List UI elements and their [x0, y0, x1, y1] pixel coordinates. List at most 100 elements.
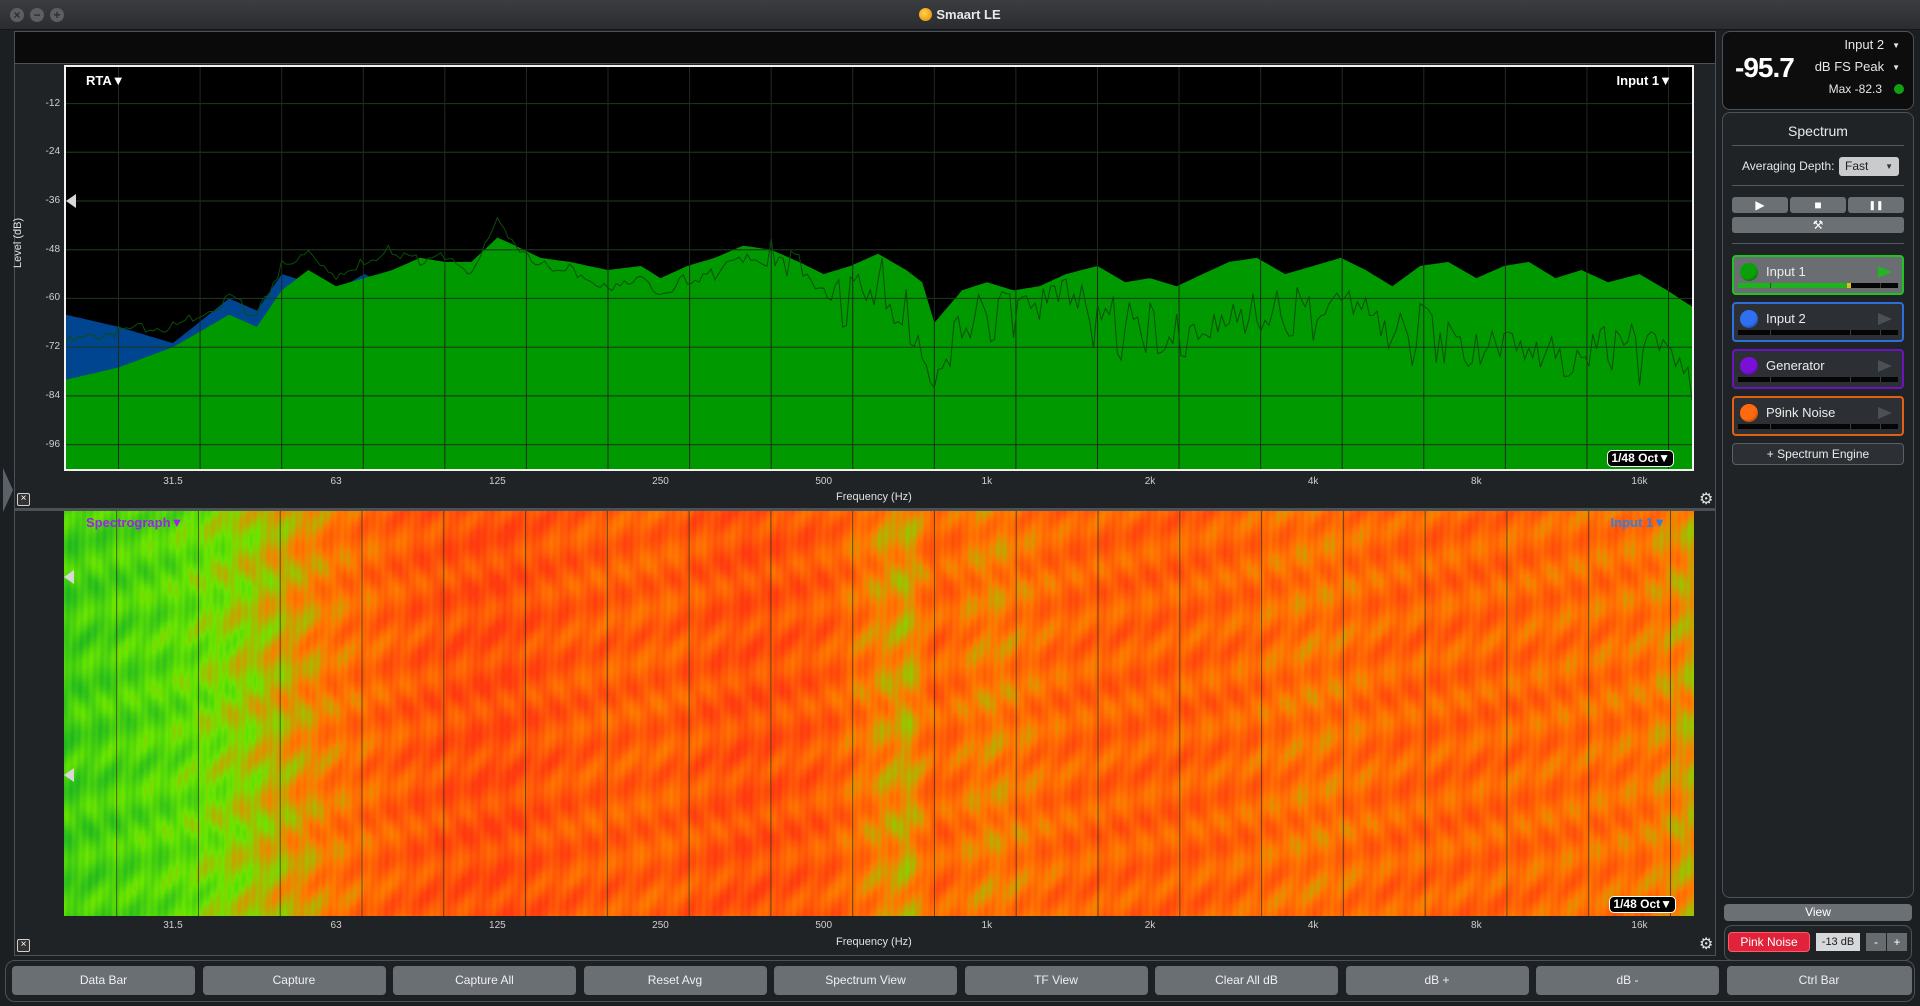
rta-plot[interactable]: RTA▼ Input 1▼ 1/48 Oct▼ [64, 65, 1694, 471]
meter-units-dropdown[interactable]: dB FS Peak ▼ [1815, 59, 1900, 74]
engine-p9ink-noise[interactable]: P9ink Noise [1732, 396, 1904, 436]
rta-x-tick-label: 31.5 [163, 476, 183, 487]
rta-resolution-dropdown[interactable]: 1/48 Oct▼ [1607, 450, 1674, 467]
rta-x-tick-label: 8k [1471, 476, 1482, 487]
rta-y-tick-label: -60 [45, 292, 60, 304]
sidebar-toggle-handle[interactable] [3, 468, 13, 512]
view-button[interactable]: View [1724, 904, 1912, 921]
spectrograph-settings-gear-icon[interactable]: ⚙ [1699, 937, 1713, 953]
ctrl-bar-button[interactable]: Ctrl Bar [1726, 966, 1912, 995]
rta-x-axis-title: Frequency (Hz) [836, 491, 912, 503]
generator-level-increase-button[interactable]: + [1887, 933, 1907, 951]
engine-name: Generator [1766, 358, 1825, 373]
chevron-down-icon: ▼ [1892, 41, 1900, 50]
capture-button[interactable]: Capture [202, 966, 386, 995]
engine-color-indicator [1740, 263, 1758, 281]
spectrograph-lower-marker-handle[interactable] [64, 768, 74, 782]
spectrograph-plot[interactable]: Spectrograph▼ Input 1▼ 1/48 Oct▼ [64, 511, 1694, 916]
rta-x-tick-label: 4k [1307, 476, 1319, 487]
engine-play-icon[interactable] [1878, 313, 1892, 325]
meter-segment [1880, 424, 1882, 429]
generator-level-decrease-button[interactable]: - [1866, 933, 1886, 951]
spectrograph-resolution-dropdown[interactable]: 1/48 Oct▼ [1609, 896, 1676, 913]
add-spectrum-engine-button[interactable]: + Spectrum Engine [1732, 443, 1904, 465]
reset-avg-button[interactable]: Reset Avg [583, 966, 767, 995]
clear-all-db-button[interactable]: Clear All dB [1155, 966, 1338, 995]
rta-level-marker-handle[interactable] [66, 194, 76, 208]
engine-play-icon[interactable] [1878, 407, 1892, 419]
rta-x-tick-label: 16k [1631, 476, 1648, 487]
spectrum-panel-title: Spectrum [1788, 123, 1848, 139]
engine-generator[interactable]: Generator [1732, 349, 1904, 389]
play-button[interactable]: ▶ [1732, 197, 1788, 213]
spectrograph-upper-marker-handle[interactable] [64, 570, 74, 584]
spectrograph-x-tick-label: 500 [815, 920, 833, 931]
averaging-depth-label: Averaging Depth: [1742, 159, 1835, 173]
engine-color-indicator [1740, 310, 1758, 328]
separator [1732, 145, 1904, 146]
data-bar-button[interactable]: Data Bar [12, 966, 195, 995]
pause-button[interactable]: ❚❚ [1848, 197, 1904, 213]
rta-y-tick-label: -36 [45, 195, 60, 206]
rta-x-tick-label: 500 [815, 476, 833, 487]
capture-all-button[interactable]: Capture All [393, 966, 576, 995]
tools-button[interactable]: ⚒ [1732, 217, 1904, 233]
rta-mode-dropdown[interactable]: RTA▼ [86, 73, 125, 88]
pink-noise-generator-button[interactable]: Pink Noise [1728, 932, 1810, 952]
rta-chart-svg [66, 67, 1692, 469]
engine-play-icon[interactable] [1878, 266, 1892, 278]
spectrograph-close-button[interactable]: × [17, 939, 30, 952]
spectrograph-x-tick-label: 31.5 [163, 920, 183, 931]
meter-segment [1850, 330, 1851, 335]
engine-level-meter [1738, 283, 1898, 288]
spectrograph-x-tick-label: 63 [330, 920, 342, 931]
play-icon: ▶ [1755, 198, 1765, 212]
title-bar: × − + Smaart LE [0, 0, 1920, 30]
meter-source-dropdown[interactable]: Input 2 ▼ [1844, 37, 1900, 52]
rta-y-tick-label: -96 [45, 438, 60, 450]
meter-segment [1770, 424, 1771, 429]
averaging-depth-select[interactable]: Fast ▼ [1839, 157, 1899, 176]
meter-max-label: Max -82.3 [1828, 82, 1882, 96]
engine-level-meter [1738, 424, 1898, 429]
spectrum-view-button[interactable]: Spectrum View [774, 966, 957, 995]
engine-level-fill [1738, 283, 1847, 288]
engine-play-icon[interactable] [1878, 360, 1892, 372]
chevron-down-icon: ▼ [1885, 162, 1893, 171]
separator [1732, 185, 1904, 186]
spectrograph-x-tick-label: 2k [1144, 920, 1156, 931]
rta-settings-gear-icon[interactable]: ⚙ [1699, 492, 1713, 508]
engine-color-indicator [1740, 404, 1758, 422]
separator [1732, 243, 1904, 244]
meter-segment [1880, 377, 1882, 382]
engine-name: P9ink Noise [1766, 405, 1836, 420]
plot-header-strip [15, 32, 1715, 64]
spectrograph-input-dropdown[interactable]: Input 1▼ [1611, 515, 1666, 530]
engine-input-2[interactable]: Input 2 [1732, 302, 1904, 342]
spectrograph-x-tick-label: 16k [1631, 920, 1648, 931]
rta-y-tick-label: -12 [45, 97, 60, 109]
meter-segment [1850, 377, 1851, 382]
max-status-indicator [1894, 84, 1904, 94]
spectrograph-x-tick-label: 8k [1471, 920, 1482, 931]
spectrograph-mode-dropdown[interactable]: Spectrograph▼ [86, 515, 183, 530]
engine-name: Input 2 [1766, 311, 1806, 326]
rta-input-dropdown[interactable]: Input 1▼ [1617, 73, 1672, 88]
db-button[interactable]: dB - [1536, 966, 1719, 995]
meter-readout: -95.7 [1735, 52, 1795, 83]
stop-button[interactable]: ■ [1790, 197, 1846, 213]
engine-color-indicator [1740, 357, 1758, 375]
meter-segment [1770, 283, 1771, 288]
rta-x-tick-label: 1k [981, 476, 993, 487]
rta-close-button[interactable]: × [17, 493, 30, 506]
rta-y-tick-label: -84 [45, 389, 60, 401]
tf-view-button[interactable]: TF View [964, 966, 1148, 995]
meter-segment [1880, 283, 1882, 288]
spectrograph-x-tick-label: 250 [652, 920, 669, 931]
db-button[interactable]: dB + [1345, 966, 1529, 995]
meter-segment [1850, 424, 1851, 429]
engine-input-1[interactable]: Input 1 [1732, 255, 1904, 295]
spectrograph-x-tick-label: 4k [1307, 920, 1319, 931]
meter-segment [1880, 330, 1882, 335]
rta-y-tick-label: -72 [45, 341, 60, 353]
